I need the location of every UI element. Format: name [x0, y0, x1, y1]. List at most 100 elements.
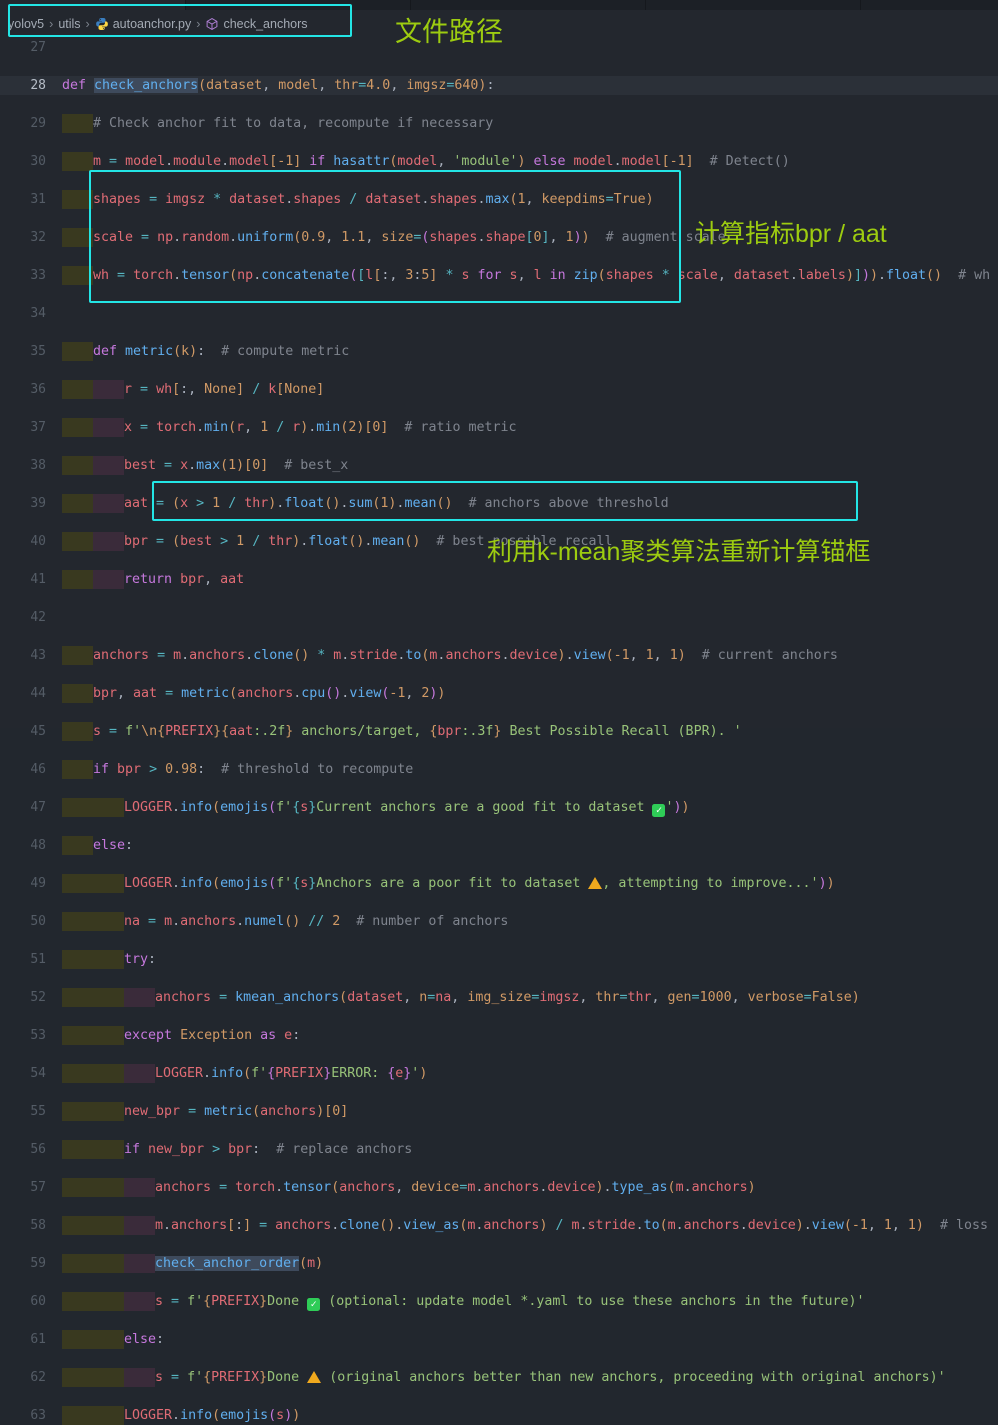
code-text[interactable]: s = f'\n{PREFIX}{aat:.2f} anchors/target…: [93, 722, 742, 741]
indent-guide: [93, 1406, 124, 1425]
indent-guide: [62, 1064, 93, 1083]
code-text[interactable]: best = x.max(1)[0] # best_x: [124, 456, 348, 475]
code-text[interactable]: anchors = m.anchors.clone() * m.stride.t…: [93, 646, 838, 665]
code-line[interactable]: 31 shapes = imgsz * dataset.shapes / dat…: [0, 190, 998, 209]
indent-guide: [62, 418, 93, 437]
breadcrumb-item-check-anchors[interactable]: check_anchors: [223, 17, 307, 31]
code-text[interactable]: try:: [124, 950, 156, 969]
line-number: 62: [30, 1370, 46, 1385]
indent-guide: [124, 1064, 155, 1083]
code-text[interactable]: wh = torch.tensor(np.concatenate([l[:, 3…: [93, 266, 990, 285]
indent-guide: [62, 1330, 93, 1349]
code-text[interactable]: s = f'{PREFIX}Done (original anchors bet…: [155, 1368, 946, 1387]
code-line[interactable]: 57 anchors = torch.tensor(anchors, devic…: [0, 1178, 998, 1197]
line-number: 60: [30, 1294, 46, 1309]
code-text[interactable]: shapes = imgsz * dataset.shapes / datase…: [93, 190, 654, 209]
code-line[interactable]: 52 anchors = kmean_anchors(dataset, n=na…: [0, 988, 998, 1007]
active-tab[interactable]: [0, 0, 185, 10]
code-line[interactable]: 43 anchors = m.anchors.clone() * m.strid…: [0, 646, 998, 665]
line-number: 58: [30, 1218, 46, 1233]
code-text[interactable]: else:: [93, 836, 133, 855]
code-line[interactable]: 36 r = wh[:, None] / k[None]: [0, 380, 998, 399]
code-text[interactable]: x = torch.min(r, 1 / r).min(2)[0] # rati…: [124, 418, 517, 437]
breadcrumb-item-autoanchor-py[interactable]: autoanchor.py: [113, 17, 192, 31]
breadcrumb-separator: ›: [49, 17, 54, 31]
code-line[interactable]: 42: [0, 608, 998, 627]
code-line[interactable]: 63 LOGGER.info(emojis(s)): [0, 1406, 998, 1425]
code-line[interactable]: 38 best = x.max(1)[0] # best_x: [0, 456, 998, 475]
code-line[interactable]: 41 return bpr, aat: [0, 570, 998, 589]
indent-guide: [93, 798, 124, 817]
indent-guide: [93, 570, 124, 589]
editor-tab-strip[interactable]: [0, 0, 998, 10]
indent-guide: [62, 228, 93, 247]
indent-guide: [93, 988, 124, 1007]
code-line[interactable]: 44 bpr, aat = metric(anchors.cpu().view(…: [0, 684, 998, 703]
code-line[interactable]: 53 except Exception as e:: [0, 1026, 998, 1045]
code-line[interactable]: 49 LOGGER.info(emojis(f'{s}Anchors are a…: [0, 874, 998, 893]
code-line[interactable]: 35 def metric(k): # compute metric: [0, 342, 998, 361]
code-line[interactable]: 54 LOGGER.info(f'{PREFIX}ERROR: {e}'): [0, 1064, 998, 1083]
code-line[interactable]: 56 if new_bpr > bpr: # replace anchors: [0, 1140, 998, 1159]
breadcrumb-item-utils[interactable]: utils: [58, 17, 80, 31]
code-line[interactable]: 47 LOGGER.info(emojis(f'{s}Current ancho…: [0, 798, 998, 817]
indent-guide: [62, 988, 93, 1007]
code-text[interactable]: else:: [124, 1330, 164, 1349]
breadcrumb-item-yolov5[interactable]: yolov5: [8, 17, 44, 31]
code-text[interactable]: scale = np.random.uniform(0.9, 1.1, size…: [93, 228, 726, 247]
code-text[interactable]: aat = (x > 1 / thr).float().sum(1).mean(…: [124, 494, 669, 513]
line-number: 39: [30, 496, 46, 511]
code-text[interactable]: anchors = kmean_anchors(dataset, n=na, i…: [155, 988, 860, 1007]
code-line[interactable]: 55 new_bpr = metric(anchors)[0]: [0, 1102, 998, 1121]
indent-guide: [62, 1216, 93, 1235]
indent-guide: [124, 988, 155, 1007]
code-line[interactable]: 29 # Check anchor fit to data, recompute…: [0, 114, 998, 133]
code-text[interactable]: new_bpr = metric(anchors)[0]: [124, 1102, 348, 1121]
code-line[interactable]: 46 if bpr > 0.98: # threshold to recompu…: [0, 760, 998, 779]
code-text[interactable]: if new_bpr > bpr: # replace anchors: [124, 1140, 412, 1159]
line-number: 34: [30, 306, 46, 321]
code-line[interactable]: 30 m = model.module.model[-1] if hasattr…: [0, 152, 998, 171]
code-text[interactable]: r = wh[:, None] / k[None]: [124, 380, 324, 399]
code-line[interactable]: 62 s = f'{PREFIX}Done (original anchors …: [0, 1368, 998, 1387]
code-text[interactable]: bpr, aat = metric(anchors.cpu().view(-1,…: [93, 684, 445, 703]
code-text[interactable]: anchors = torch.tensor(anchors, device=m…: [155, 1178, 756, 1197]
code-line[interactable]: 61 else:: [0, 1330, 998, 1349]
code-text[interactable]: if bpr > 0.98: # threshold to recompute: [93, 760, 413, 779]
code-line[interactable]: 33 wh = torch.tensor(np.concatenate([l[:…: [0, 266, 998, 285]
code-line[interactable]: 34: [0, 304, 998, 323]
code-text[interactable]: LOGGER.info(emojis(s)): [124, 1406, 300, 1425]
code-editor-window: yolov5 › utils › autoanchor.py › check_a…: [0, 0, 998, 1425]
code-text[interactable]: LOGGER.info(emojis(f'{s}Anchors are a po…: [124, 874, 835, 893]
indent-guide: [62, 152, 93, 171]
tab-divider: [185, 0, 186, 10]
code-text[interactable]: m.anchors[:] = anchors.clone().view_as(m…: [155, 1216, 988, 1235]
line-number: 51: [30, 952, 46, 967]
code-line[interactable]: 45 s = f'\n{PREFIX}{aat:.2f} anchors/tar…: [0, 722, 998, 741]
code-line[interactable]: 48 else:: [0, 836, 998, 855]
code-text[interactable]: def metric(k): # compute metric: [93, 342, 349, 361]
python-file-icon: [95, 17, 109, 31]
code-text[interactable]: # Check anchor fit to data, recompute if…: [93, 114, 493, 133]
code-line[interactable]: 59 check_anchor_order(m): [0, 1254, 998, 1273]
code-text[interactable]: check_anchor_order(m): [155, 1254, 323, 1273]
code-line[interactable]: 37 x = torch.min(r, 1 / r).min(2)[0] # r…: [0, 418, 998, 437]
code-text[interactable]: def check_anchors(dataset, model, thr=4.…: [62, 76, 494, 95]
code-line[interactable]: 50 na = m.anchors.numel() // 2 # number …: [0, 912, 998, 931]
code-text[interactable]: s = f'{PREFIX}Done ✓ (optional: update m…: [155, 1292, 865, 1311]
code-line[interactable]: 28 def check_anchors(dataset, model, thr…: [0, 76, 998, 95]
code-line[interactable]: 58 m.anchors[:] = anchors.clone().view_a…: [0, 1216, 998, 1235]
indent-guide: [93, 874, 124, 893]
code-line[interactable]: 39 aat = (x > 1 / thr).float().sum(1).me…: [0, 494, 998, 513]
code-line[interactable]: 60 s = f'{PREFIX}Done ✓ (optional: updat…: [0, 1292, 998, 1311]
code-text[interactable]: m = model.module.model[-1] if hasattr(mo…: [93, 152, 790, 171]
code-text[interactable]: na = m.anchors.numel() // 2 # number of …: [124, 912, 508, 931]
line-number: 49: [30, 876, 46, 891]
indent-guide: [62, 1254, 93, 1273]
code-text[interactable]: LOGGER.info(emojis(f'{s}Current anchors …: [124, 798, 690, 817]
code-text[interactable]: return bpr, aat: [124, 570, 244, 589]
code-surface[interactable]: 27 28 def check_anchors(dataset, model, …: [0, 38, 998, 1425]
code-text[interactable]: except Exception as e:: [124, 1026, 300, 1045]
code-text[interactable]: LOGGER.info(f'{PREFIX}ERROR: {e}'): [155, 1064, 427, 1083]
code-line[interactable]: 51 try:: [0, 950, 998, 969]
